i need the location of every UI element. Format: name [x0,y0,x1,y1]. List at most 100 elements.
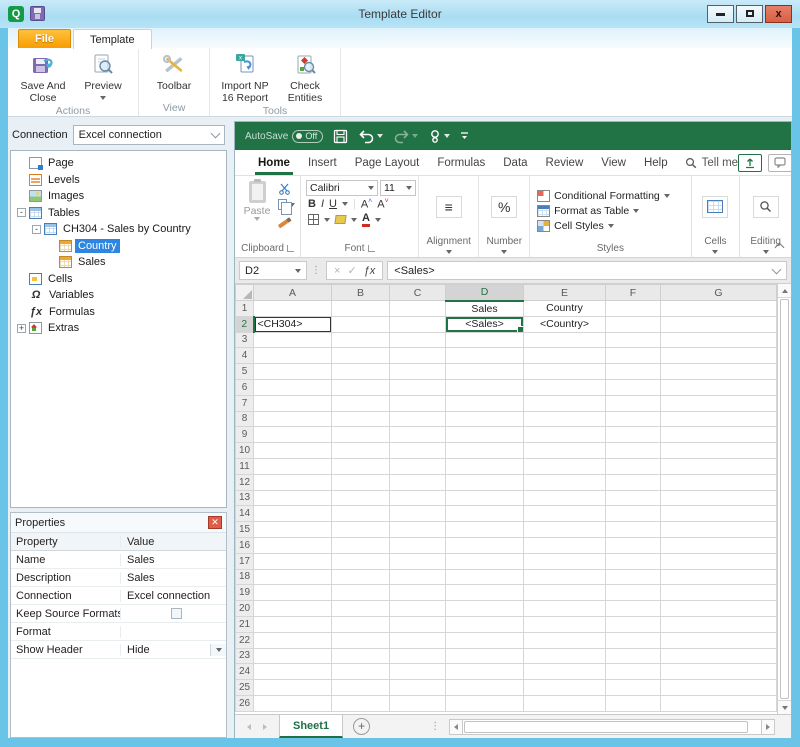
grid-cell-D1[interactable]: Sales [446,301,524,317]
grid-cell-E25[interactable] [524,680,606,696]
grid-cell-B10[interactable] [332,443,390,459]
alignment-group-label[interactable]: Alignment [426,236,470,247]
select-all-corner[interactable] [236,285,254,301]
row-header-11[interactable]: 11 [236,458,254,474]
property-value[interactable]: Excel connection [121,590,226,602]
grid-cell-B8[interactable] [332,411,390,427]
grid-cell-A1[interactable] [254,301,332,317]
font-color-button[interactable]: A [362,213,370,227]
grid-cell-E10[interactable] [524,443,606,459]
tell-me-search[interactable]: Tell me [685,157,738,169]
row-header-22[interactable]: 22 [236,632,254,648]
row-header-13[interactable]: 13 [236,490,254,506]
column-header-A[interactable]: A [254,285,332,301]
grid-cell-C5[interactable] [390,364,446,380]
grid-cell-G14[interactable] [661,506,777,522]
tree-item-formulas[interactable]: ƒxFormulas [11,304,226,321]
grid-cell-B16[interactable] [332,537,390,553]
row-header-2[interactable]: 2 [236,316,254,332]
grid-cell-G13[interactable] [661,490,777,506]
grid-cell-E6[interactable] [524,379,606,395]
grid-cell-E13[interactable] [524,490,606,506]
grid-cell-A18[interactable] [254,569,332,585]
grid-cell-C6[interactable] [390,379,446,395]
tree-item-sales[interactable]: Sales [11,254,226,271]
column-header-G[interactable]: G [661,285,777,301]
grid-cell-B15[interactable] [332,522,390,538]
grid-cell-C20[interactable] [390,601,446,617]
grid-cell-F4[interactable] [606,348,661,364]
row-header-1[interactable]: 1 [236,301,254,317]
grid-cell-C21[interactable] [390,616,446,632]
grid-cell-G10[interactable] [661,443,777,459]
grid-cell-B22[interactable] [332,632,390,648]
excel-tab-review[interactable]: Review [537,150,593,175]
property-value[interactable]: Hide [121,644,226,656]
checkbox[interactable] [171,608,182,619]
tree-item-images[interactable]: Images [11,188,226,205]
row-header-18[interactable]: 18 [236,569,254,585]
grid-cell-E8[interactable] [524,411,606,427]
font-dialog-launcher[interactable] [368,245,375,252]
grid-cell-G19[interactable] [661,585,777,601]
grid-cell-F6[interactable] [606,379,661,395]
grid-cell-E26[interactable] [524,695,606,711]
row-header-10[interactable]: 10 [236,443,254,459]
enter-button[interactable]: ✓ [347,264,356,277]
excel-tab-data[interactable]: Data [494,150,536,175]
check-entities-button[interactable]: Check Entities [276,52,334,104]
grid-cell-B23[interactable] [332,648,390,664]
comments-button[interactable] [768,154,792,172]
grid-cell-A6[interactable] [254,379,332,395]
row-header-21[interactable]: 21 [236,616,254,632]
grid-cell-F12[interactable] [606,474,661,490]
grid-cell-C9[interactable] [390,427,446,443]
grid-cell-E7[interactable] [524,395,606,411]
row-header-25[interactable]: 25 [236,680,254,696]
format-painter-button[interactable] [278,214,295,227]
number-group-label[interactable]: Number [486,236,522,247]
grid-cell-G21[interactable] [661,616,777,632]
cancel-button[interactable]: × [334,265,340,277]
horizontal-scroll-thumb[interactable] [464,721,748,733]
expand-formula-bar-icon[interactable] [772,265,782,275]
property-value[interactable]: Sales [121,572,226,584]
grid-cell-C15[interactable] [390,522,446,538]
tree-item-ch304-sales-by-country[interactable]: -CH304 - Sales by Country [11,221,226,238]
save-and-close-button[interactable]: Save And Close [14,52,72,104]
grid-cell-F10[interactable] [606,443,661,459]
grid-cell-G7[interactable] [661,395,777,411]
grid-cell-G11[interactable] [661,458,777,474]
grid-cell-G1[interactable] [661,301,777,317]
vertical-scrollbar[interactable] [777,284,791,714]
grid-cell-C8[interactable] [390,411,446,427]
grid-cell-F2[interactable] [606,316,661,332]
grid-cell-A25[interactable] [254,680,332,696]
grid-cell-C7[interactable] [390,395,446,411]
prev-sheet-icon[interactable] [247,724,251,730]
grid-cell-B21[interactable] [332,616,390,632]
qat-more-button[interactable] [460,131,469,141]
italic-button[interactable]: I [321,198,324,210]
grid-cell-A22[interactable] [254,632,332,648]
undo-button[interactable] [358,129,383,144]
paste-button[interactable]: Paste [238,179,276,242]
grid-cell-A8[interactable] [254,411,332,427]
grid-cell-A20[interactable] [254,601,332,617]
autosave-toggle[interactable]: AutoSave Off [245,130,323,143]
grid-cell-D24[interactable] [446,664,524,680]
minimize-button[interactable] [707,5,734,23]
grid-cell-A10[interactable] [254,443,332,459]
grid-cell-G20[interactable] [661,601,777,617]
grid-cell-A16[interactable] [254,537,332,553]
property-row-name[interactable]: NameSales [11,551,226,569]
tree-item-variables[interactable]: ΩVariables [11,287,226,304]
grid-cell-D2[interactable]: <Sales> [446,316,524,332]
grid-cell-B12[interactable] [332,474,390,490]
expand-icon[interactable]: + [17,324,26,333]
grid-cell-D10[interactable] [446,443,524,459]
row-header-12[interactable]: 12 [236,474,254,490]
grid-cell-B3[interactable] [332,332,390,348]
grid-cell-B20[interactable] [332,601,390,617]
grid-cell-E14[interactable] [524,506,606,522]
